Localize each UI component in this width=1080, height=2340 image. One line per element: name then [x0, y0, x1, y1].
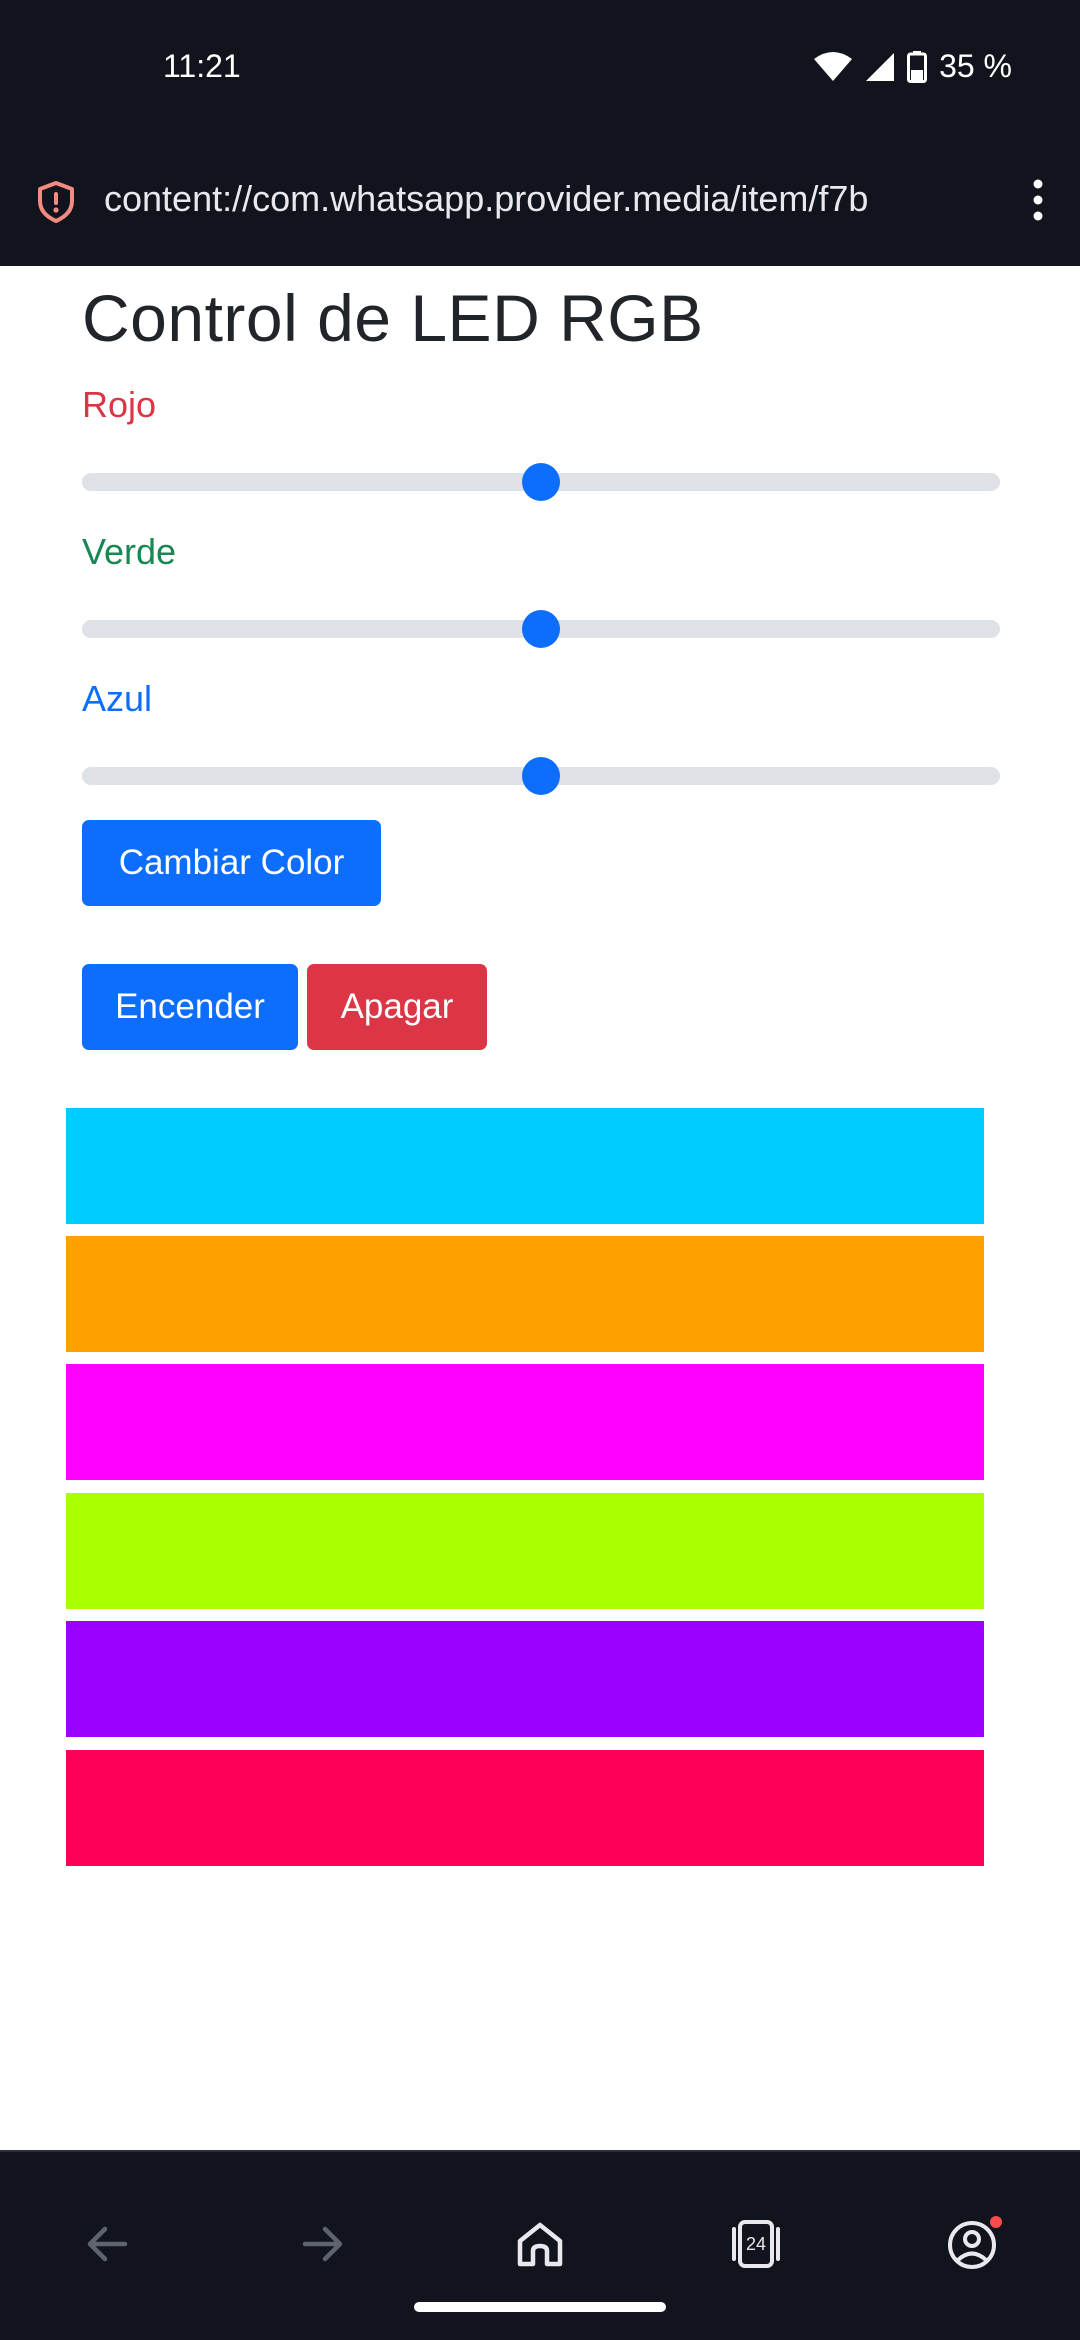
slider-label-green: Verde [82, 531, 177, 572]
red-slider[interactable] [82, 461, 1000, 501]
slider-label-blue: Azul [82, 678, 153, 719]
blue-slider[interactable] [82, 755, 1000, 795]
color-swatch [66, 1236, 984, 1352]
color-swatch [66, 1750, 984, 1866]
color-swatch [66, 1621, 984, 1737]
shield-alert-icon[interactable] [36, 180, 76, 224]
status-time: 11:21 [163, 48, 241, 84]
slider-thumb[interactable] [522, 757, 560, 795]
tabs-icon[interactable]: 24 [726, 2214, 786, 2274]
color-swatch [66, 1493, 984, 1609]
battery-icon [907, 50, 928, 83]
url-bar[interactable]: content://com.whatsapp.provider.media/it… [0, 150, 1080, 250]
gesture-bar[interactable] [414, 2302, 666, 2312]
slider-thumb[interactable] [522, 610, 560, 648]
home-icon[interactable] [510, 2214, 570, 2274]
color-swatch [66, 1364, 984, 1480]
battery-percent: 35 % [939, 48, 1012, 84]
slider-thumb[interactable] [522, 463, 560, 501]
wifi-icon [813, 51, 853, 83]
kebab-menu-icon[interactable] [1020, 176, 1056, 224]
turn-off-button[interactable]: Apagar [307, 964, 487, 1050]
change-color-button[interactable]: Cambiar Color [82, 820, 381, 906]
top-chrome: 11:21 35 % content://com.whatsapp.provid… [0, 0, 1080, 266]
forward-icon[interactable] [293, 2214, 353, 2274]
status-icons: 35 % [813, 48, 1012, 85]
page-title: Control de LED RGB [82, 281, 704, 355]
notification-dot [990, 2216, 1002, 2228]
page-content: Control de LED RGB Rojo Verde Azul Cambi… [0, 266, 1080, 2150]
color-swatch [66, 1108, 984, 1224]
tab-count: 24 [745, 2234, 767, 2254]
turn-on-button[interactable]: Encender [82, 964, 298, 1050]
url-text[interactable]: content://com.whatsapp.provider.media/it… [104, 178, 979, 220]
green-slider[interactable] [82, 608, 1000, 648]
account-icon[interactable] [942, 2214, 1002, 2274]
back-icon[interactable] [77, 2214, 137, 2274]
slider-label-red: Rojo [82, 384, 157, 425]
signal-icon [865, 52, 895, 82]
browser-screen: 11:21 35 % content://com.whatsapp.provid… [0, 0, 1080, 2340]
